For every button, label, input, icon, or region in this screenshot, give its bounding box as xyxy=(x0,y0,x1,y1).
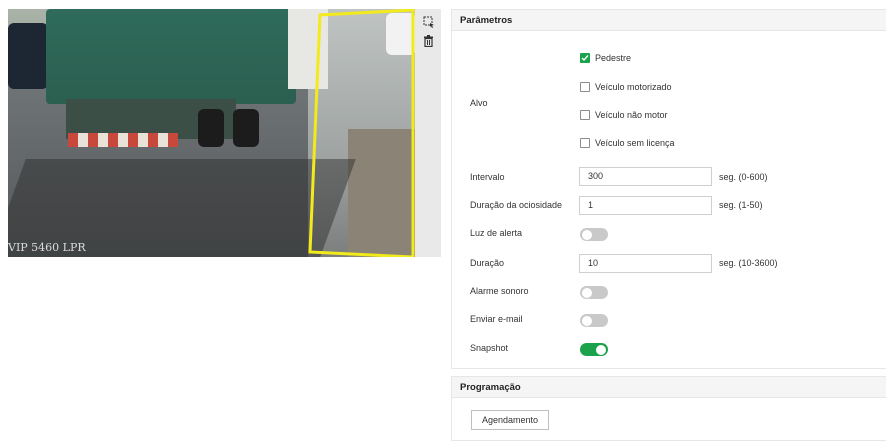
video-osd-text: VIP 5460 LPR xyxy=(8,241,86,254)
checkbox-unchecked-icon[interactable] xyxy=(580,138,590,148)
target-option-pedestrian[interactable]: Pedestre xyxy=(580,52,631,64)
warning-light-label: Luz de alerta xyxy=(470,228,523,238)
duration-label: Duração xyxy=(470,258,505,268)
detection-region[interactable] xyxy=(8,9,415,257)
send-email-toggle[interactable] xyxy=(580,314,608,327)
target-option-label: Pedestre xyxy=(595,53,632,63)
target-option-label: Veículo sem licença xyxy=(595,138,675,148)
delete-icon[interactable] xyxy=(422,34,435,47)
target-option-unlicensed-vehicle[interactable]: Veículo sem licença xyxy=(580,137,675,149)
schedule-panel: Programação Agendamento xyxy=(451,376,886,441)
video-tool-strip xyxy=(415,9,441,257)
interval-unit: seg. (0-600) xyxy=(719,172,768,182)
snapshot-toggle[interactable] xyxy=(580,343,608,356)
send-email-label: Enviar e-mail xyxy=(470,314,523,324)
idle-duration-input[interactable]: 1 xyxy=(579,196,712,215)
checkbox-checked-icon[interactable] xyxy=(580,53,590,63)
target-option-label: Veículo não motor xyxy=(595,110,668,120)
checkbox-unchecked-icon[interactable] xyxy=(580,110,590,120)
idle-duration-label: Duração da ociosidade xyxy=(470,200,563,210)
interval-input[interactable]: 300 xyxy=(579,167,712,186)
sound-alarm-toggle[interactable] xyxy=(580,286,608,299)
idle-duration-unit: seg. (1-50) xyxy=(719,200,763,210)
detection-region-polygon[interactable] xyxy=(308,9,415,257)
snapshot-label: Snapshot xyxy=(470,343,509,353)
sound-alarm-label: Alarme sonoro xyxy=(470,286,529,296)
warning-light-toggle[interactable] xyxy=(580,228,608,241)
select-area-icon[interactable] xyxy=(422,15,435,28)
checkbox-unchecked-icon[interactable] xyxy=(580,82,590,92)
interval-label: Intervalo xyxy=(470,172,505,182)
target-option-label: Veículo motorizado xyxy=(595,82,672,92)
video-preview[interactable]: VIP 5460 LPR xyxy=(8,9,415,257)
schedule-button[interactable]: Agendamento xyxy=(471,410,549,430)
duration-unit: seg. (10-3600) xyxy=(719,258,778,268)
target-label: Alvo xyxy=(470,98,488,108)
target-option-motor-vehicle[interactable]: Veículo motorizado xyxy=(580,81,672,93)
duration-input[interactable]: 10 xyxy=(579,254,712,273)
schedule-title: Programação xyxy=(452,377,886,398)
target-option-non-motor-vehicle[interactable]: Veículo não motor xyxy=(580,109,668,121)
parameters-panel: Parâmetros Alvo Pedestre Veículo motoriz… xyxy=(451,9,886,369)
parameters-title: Parâmetros xyxy=(452,10,886,31)
